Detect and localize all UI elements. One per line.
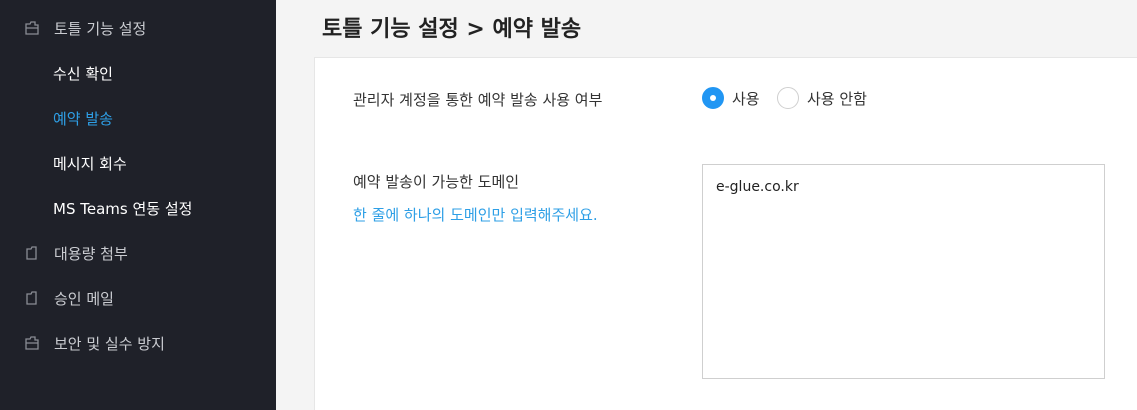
folder-open-icon xyxy=(24,20,40,36)
sidebar-item-approval-mail[interactable]: 승인 메일 xyxy=(0,278,276,318)
folder-icon xyxy=(24,245,40,261)
sidebar-item-label: 토틀 기능 설정 xyxy=(54,19,147,38)
radio-unchecked-icon xyxy=(777,87,799,109)
radio-checked-icon xyxy=(702,87,724,109)
radio-use-label: 사용 xyxy=(732,89,760,108)
page-title: 토틀 기능 설정 > 예약 발송 xyxy=(322,17,582,42)
radio-use[interactable]: 사용 xyxy=(702,87,760,109)
folder-open-icon xyxy=(24,335,40,351)
radio-not-use[interactable]: 사용 안함 xyxy=(777,87,867,109)
sidebar-item-large-attachment[interactable]: 대용량 첨부 xyxy=(0,233,276,273)
sidebar-subitem-ms-teams[interactable]: MS Teams 연동 설정 xyxy=(53,193,192,223)
sidebar-subitem-message-recall[interactable]: 메시지 회수 xyxy=(53,148,127,178)
sidebar-item-label: 보안 및 실수 방지 xyxy=(54,334,165,353)
sidebar-item-totle-settings[interactable]: 토틀 기능 설정 xyxy=(0,8,276,48)
domain-textarea[interactable]: e-glue.co.kr xyxy=(702,164,1105,379)
domain-label: 예약 발송이 가능한 도메인 xyxy=(353,173,520,191)
sidebar-item-label: 대용량 첨부 xyxy=(54,244,128,263)
sidebar-item-security[interactable]: 보안 및 실수 방지 xyxy=(0,323,276,363)
domain-hint: 한 줄에 하나의 도메인만 입력해주세요. xyxy=(353,206,598,224)
sidebar-item-label: 승인 메일 xyxy=(54,289,114,308)
sidebar: 토틀 기능 설정 수신 확인 예약 발송 메시지 회수 MS Teams 연동 … xyxy=(0,0,276,410)
admin-reservation-label: 관리자 계정을 통한 예약 발송 사용 여부 xyxy=(353,91,603,109)
folder-icon xyxy=(24,290,40,306)
sidebar-subitem-read-receipt[interactable]: 수신 확인 xyxy=(53,58,113,88)
sidebar-subitem-scheduled-send[interactable]: 예약 발송 xyxy=(53,103,113,133)
radio-not-use-label: 사용 안함 xyxy=(807,89,867,108)
